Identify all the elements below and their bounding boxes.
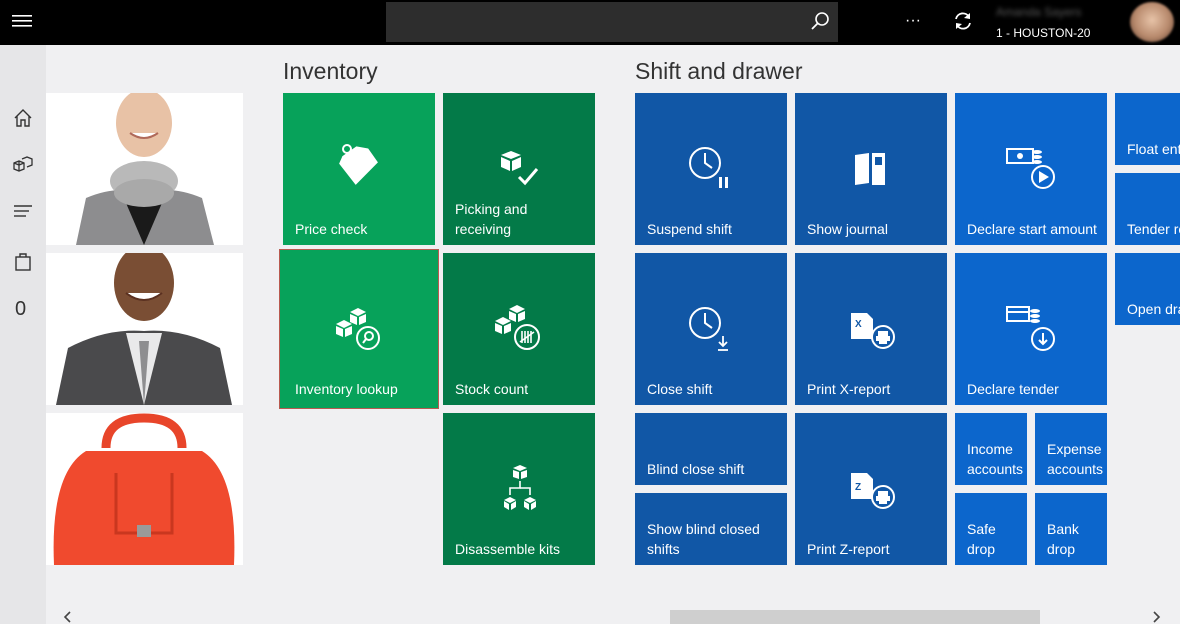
income-accounts-tile[interactable]: Income accounts [955, 413, 1027, 485]
boxes-count-icon [495, 305, 540, 350]
shopping-bag-icon[interactable] [12, 250, 34, 272]
home-icon[interactable] [12, 107, 34, 129]
search-input[interactable] [386, 2, 838, 42]
print-x-report-tile[interactable]: X Print X-report [795, 253, 947, 405]
tile-label-line-2: drop [967, 541, 996, 557]
tile-label-line-2: drop [1047, 541, 1076, 557]
tile-label: Expense accounts [1047, 439, 1104, 479]
tile-label: Blind close shift [647, 461, 745, 477]
tender-removal-tile[interactable]: Tender removal [1115, 173, 1180, 245]
more-options-button[interactable]: ··· [905, 12, 921, 30]
product-image-suit[interactable] [46, 253, 243, 405]
tile-label: Bank drop [1047, 519, 1099, 559]
section-title-shift-and-drawer: Shift and drawer [635, 58, 803, 84]
float-entry-tile[interactable]: Float entry [1115, 93, 1180, 165]
tile-label: Open drawer [1127, 301, 1180, 317]
svg-text:X: X [855, 319, 862, 330]
hamburger-menu-icon[interactable] [12, 14, 32, 28]
picking-and-receiving-tile[interactable]: Picking and receiving [443, 93, 595, 245]
tile-label: Income accounts [967, 439, 1024, 479]
left-rail [0, 45, 46, 624]
products-icon[interactable] [12, 153, 34, 175]
cart-count: 0 [15, 298, 27, 320]
tile-label-line-2: accounts [967, 461, 1024, 477]
declare-tender-tile[interactable]: Declare tender [955, 253, 1107, 405]
scroll-right-icon[interactable] [1152, 611, 1162, 623]
tile-label: Float entry [1127, 141, 1180, 157]
tile-label-line-1: Safe [967, 521, 996, 537]
print-z-report-tile[interactable]: Z Print Z-report [795, 413, 947, 565]
user-name: Amanda Sayers [996, 5, 1082, 19]
kit-hierarchy-icon [504, 465, 536, 510]
store-name: 1 - HOUSTON-20 [996, 26, 1091, 40]
tile-label: Suspend shift [647, 221, 732, 237]
refresh-icon[interactable] [952, 10, 974, 32]
tile-label-line-2: accounts [1047, 461, 1104, 477]
price-check-tile[interactable]: Price check [283, 93, 435, 245]
tile-label: Show journal [807, 221, 888, 237]
tile-label-line-1: Income [967, 441, 1013, 457]
suspend-shift-tile[interactable]: Suspend shift [635, 93, 787, 245]
tile-label: Price check [295, 221, 368, 237]
expense-accounts-tile[interactable]: Expense accounts [1035, 413, 1107, 485]
tile-label-line-2: shifts [647, 541, 680, 557]
boxes-check-icon [501, 151, 539, 186]
tile-label: Declare tender [967, 381, 1059, 397]
blind-close-shift-tile[interactable]: Blind close shift [635, 413, 787, 485]
show-blind-closed-shifts-tile[interactable]: Show blind closed shifts [635, 493, 787, 565]
tile-label: Declare start amount [967, 221, 1097, 237]
declare-start-amount-tile[interactable]: Declare start amount [955, 93, 1107, 245]
cash-play-icon [1006, 148, 1055, 189]
tile-label: Tender removal [1127, 221, 1180, 237]
price-tag-icon [339, 144, 378, 185]
tile-label: Stock count [455, 381, 529, 397]
tile-label-line-1: Bank [1047, 521, 1079, 537]
x-report-print-icon: X [851, 313, 895, 349]
bank-drop-tile[interactable]: Bank drop [1035, 493, 1107, 565]
tile-label-line-1: Expense [1047, 441, 1102, 457]
tile-label: Print Z-report [807, 541, 890, 557]
clock-pause-icon [689, 147, 728, 188]
journal-icon [855, 153, 885, 185]
scroll-left-icon[interactable] [62, 611, 72, 623]
tile-label: Safe drop [967, 519, 1019, 559]
tile-label: Show blind closed shifts [647, 519, 779, 559]
list-icon[interactable] [12, 201, 34, 223]
tile-label: Print X-report [807, 381, 891, 397]
tile-label: Picking and receiving [455, 201, 528, 237]
svg-text:Z: Z [855, 482, 861, 493]
tile-label: Close shift [647, 381, 713, 397]
stock-count-tile[interactable]: Stock count [443, 253, 595, 405]
tender-download-icon [1006, 306, 1055, 351]
product-image-handbag[interactable] [46, 413, 243, 565]
tile-label-line-1: Show blind closed [647, 521, 760, 537]
disassemble-kits-tile[interactable]: Disassemble kits [443, 413, 595, 565]
show-journal-tile[interactable]: Show journal [795, 93, 947, 245]
clock-download-icon [689, 307, 728, 351]
avatar[interactable] [1130, 2, 1174, 42]
boxes-search-icon [336, 308, 380, 350]
tile-label: Inventory lookup [295, 381, 398, 397]
inventory-lookup-tile[interactable]: Inventory lookup [279, 249, 439, 409]
safe-drop-tile[interactable]: Safe drop [955, 493, 1027, 565]
tile-label: Disassemble kits [455, 541, 561, 557]
search-icon[interactable] [810, 11, 830, 31]
product-image-scarf[interactable] [46, 93, 243, 245]
close-shift-tile[interactable]: Close shift [635, 253, 787, 405]
scrollbar-thumb[interactable] [670, 610, 1040, 624]
z-report-print-icon: Z [851, 473, 895, 509]
open-drawer-tile[interactable]: Open drawer [1115, 253, 1180, 325]
section-title-inventory: Inventory [283, 58, 378, 84]
